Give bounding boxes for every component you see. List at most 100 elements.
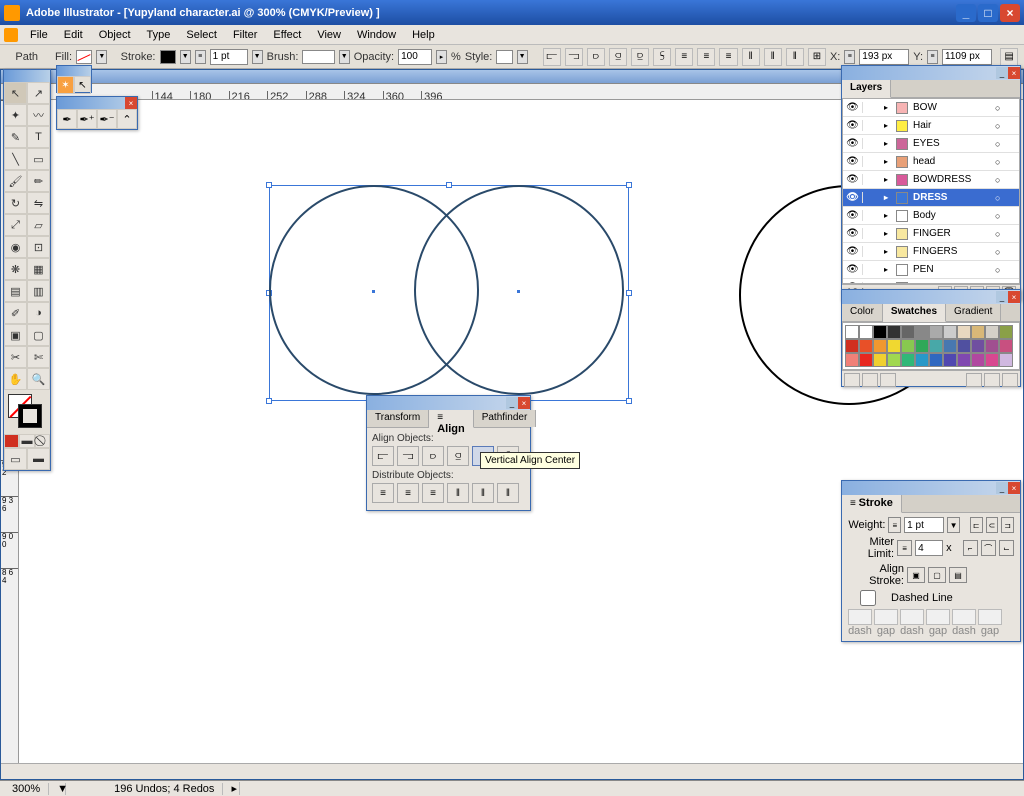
dist-top-icon[interactable]: ≡: [675, 48, 693, 66]
swatch[interactable]: [971, 353, 985, 367]
swatch[interactable]: [887, 339, 901, 353]
menu-help[interactable]: Help: [404, 27, 443, 43]
weight-stepper[interactable]: ≡: [195, 50, 206, 64]
align-left-icon[interactable]: ⫍: [543, 48, 561, 66]
scale-tool-icon[interactable]: ⤢: [4, 214, 27, 236]
zoom-dropdown-icon[interactable]: ▼: [49, 783, 66, 795]
tab-stroke[interactable]: ≡ Stroke: [842, 495, 902, 513]
swatch[interactable]: [943, 353, 957, 367]
screen-mode-icon[interactable]: ▭: [4, 448, 27, 470]
layer-row[interactable]: 👁 ▸ FINGER ○: [843, 225, 1019, 243]
align-hcenter-icon[interactable]: ⫎: [565, 48, 583, 66]
visibility-icon[interactable]: 👁: [843, 174, 863, 185]
none-mode-icon[interactable]: ⃠: [35, 434, 50, 448]
visibility-icon[interactable]: 👁: [843, 264, 863, 275]
fill-stroke-control[interactable]: [6, 392, 48, 432]
layer-row[interactable]: 👁 ▸ BOW ○: [843, 99, 1019, 117]
swatch[interactable]: [901, 339, 915, 353]
panel-minimize-button[interactable]: _: [506, 397, 518, 409]
cap-butt-icon[interactable]: ⊏: [970, 517, 983, 533]
live-paint-tool-icon[interactable]: ▣: [4, 324, 27, 346]
panel-minimize-button[interactable]: _: [996, 291, 1008, 303]
menu-view[interactable]: View: [309, 27, 349, 43]
disclosure-icon[interactable]: ▸: [879, 103, 893, 112]
tab-gradient[interactable]: Gradient: [946, 304, 1001, 321]
status-dropdown-icon[interactable]: ▸: [223, 782, 240, 795]
disclosure-icon[interactable]: ▸: [879, 157, 893, 166]
tearoff-close-button[interactable]: ×: [125, 97, 137, 109]
layer-row[interactable]: 👁 ▸ Hair ○: [843, 117, 1019, 135]
swatch[interactable]: [859, 339, 873, 353]
star-tool-icon[interactable]: ✶: [57, 76, 74, 94]
swatch[interactable]: [985, 325, 999, 339]
shear-tool-icon[interactable]: ▱: [27, 214, 50, 236]
dist-left-icon[interactable]: ‖: [742, 48, 760, 66]
blend-tool-icon[interactable]: ◑: [27, 302, 50, 324]
graph-tool-icon[interactable]: ▦: [27, 258, 50, 280]
swatch[interactable]: [999, 325, 1013, 339]
rotate-tool-icon[interactable]: ↻: [4, 192, 27, 214]
mesh-tool-icon[interactable]: ▤: [4, 280, 27, 302]
zoom-tool-icon[interactable]: 🔍: [27, 368, 50, 390]
target-icon[interactable]: ○: [995, 139, 1009, 149]
swatch[interactable]: [999, 339, 1013, 353]
menu-select[interactable]: Select: [178, 27, 225, 43]
close-button[interactable]: ×: [1000, 4, 1020, 22]
target-icon[interactable]: ○: [995, 265, 1009, 275]
target-icon[interactable]: ○: [995, 229, 1009, 239]
pen-tool-icon[interactable]: ✎: [4, 126, 27, 148]
x-input[interactable]: [859, 49, 909, 65]
gradient-tool-icon[interactable]: ▥: [27, 280, 50, 302]
panel-close-button[interactable]: ×: [1008, 482, 1020, 494]
brush-swatch[interactable]: [302, 50, 334, 64]
style-swatch[interactable]: [496, 50, 512, 64]
dist-left-button[interactable]: ‖: [447, 483, 469, 503]
panel-minimize-button[interactable]: _: [996, 482, 1008, 494]
dist-bottom-icon[interactable]: ≡: [719, 48, 737, 66]
tab-color[interactable]: Color: [842, 304, 883, 321]
scissors-tool-icon[interactable]: ✄: [27, 346, 50, 368]
visibility-icon[interactable]: 👁: [843, 210, 863, 221]
swatch[interactable]: [859, 325, 873, 339]
minimize-button[interactable]: _: [956, 4, 976, 22]
swatch-library-icon[interactable]: [844, 373, 860, 387]
dist-bottom-button[interactable]: ≡: [422, 483, 444, 503]
show-swatch-kinds-icon[interactable]: [862, 373, 878, 387]
disclosure-icon[interactable]: ▸: [879, 229, 893, 238]
swatch[interactable]: [873, 325, 887, 339]
swatch[interactable]: [943, 325, 957, 339]
symbol-sprayer-tool-icon[interactable]: ❋: [4, 258, 27, 280]
lasso-tool-icon[interactable]: 〰: [27, 104, 50, 126]
dist-vcenter-button[interactable]: ≡: [397, 483, 419, 503]
layer-row[interactable]: 👁 ▸ PEN ○: [843, 261, 1019, 279]
align-stroke-center-icon[interactable]: ▣: [907, 567, 925, 583]
dist-hcenter-icon[interactable]: ‖: [764, 48, 782, 66]
disclosure-icon[interactable]: ▸: [879, 211, 893, 220]
cap-projecting-icon[interactable]: ⊐: [1001, 517, 1014, 533]
direct-selection-tool-icon[interactable]: ↗: [27, 82, 50, 104]
menu-filter[interactable]: Filter: [225, 27, 265, 43]
layer-row[interactable]: 👁 ▸ Body ○: [843, 207, 1019, 225]
paintbrush-tool-icon[interactable]: 🖌: [4, 170, 27, 192]
color-mode-icon[interactable]: [4, 434, 19, 448]
dist-right-icon[interactable]: ‖: [786, 48, 804, 66]
swatch[interactable]: [915, 353, 929, 367]
dashed-line-checkbox[interactable]: [848, 590, 888, 606]
layer-row[interactable]: 👁 ▸ DRESS ○: [843, 189, 1019, 207]
warp-tool-icon[interactable]: ◉: [4, 236, 27, 258]
disclosure-icon[interactable]: ▸: [879, 247, 893, 256]
dash-input[interactable]: [848, 609, 872, 625]
rectangle-tool-icon[interactable]: ▭: [27, 148, 50, 170]
stroke-weight-input[interactable]: [210, 49, 248, 65]
layer-row[interactable]: 👁 ▸ EYES ○: [843, 135, 1019, 153]
dist-right-button[interactable]: ‖: [497, 483, 519, 503]
magic-wand-tool-icon[interactable]: ✦: [4, 104, 27, 126]
eyedropper-tool-icon[interactable]: ✐: [4, 302, 27, 324]
visibility-icon[interactable]: 👁: [843, 120, 863, 131]
miter-limit-input[interactable]: [915, 540, 943, 556]
line-tool-icon[interactable]: ╲: [4, 148, 27, 170]
opacity-input[interactable]: [398, 49, 432, 65]
swatch[interactable]: [999, 353, 1013, 367]
delete-anchor-tool-icon[interactable]: ✒⁻: [97, 109, 117, 129]
visibility-icon[interactable]: 👁: [843, 246, 863, 257]
